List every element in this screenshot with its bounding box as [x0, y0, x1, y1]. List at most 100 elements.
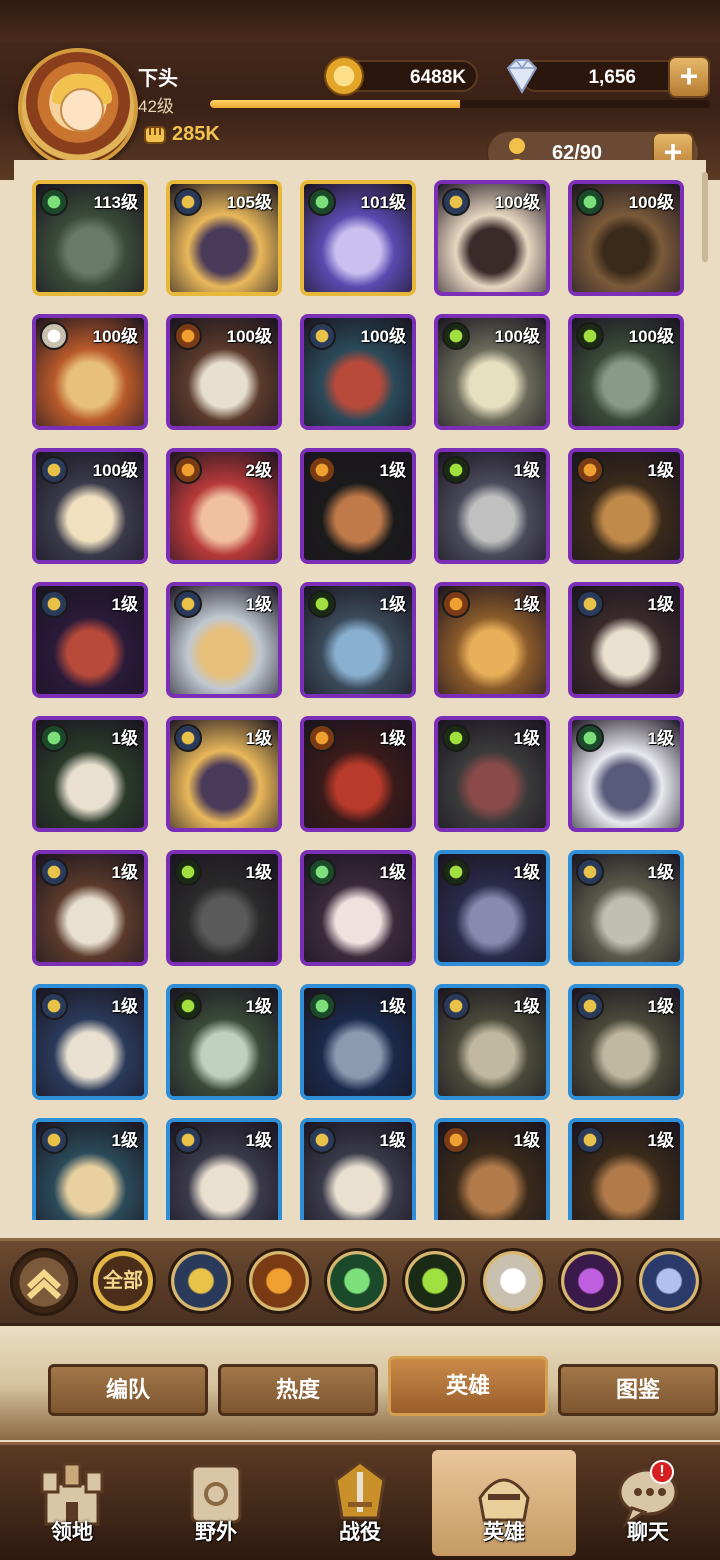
lightbearer-faction-icon [174, 590, 202, 618]
hero-card[interactable]: 1级 [32, 984, 148, 1100]
hero-card[interactable]: 1级 [32, 1118, 148, 1220]
lightbearer-faction-icon [576, 590, 604, 618]
lightbearer-faction-icon [40, 456, 68, 484]
power-value: 285K [172, 123, 220, 145]
add-gems-button[interactable]: + [668, 56, 710, 98]
lightbearer-faction-icon [442, 188, 470, 216]
chat-notification-badge: ! [650, 1460, 674, 1484]
graveborn-faction-icon [442, 724, 470, 752]
nav-castle[interactable]: 领地 [0, 1450, 144, 1556]
lightbearer-faction-icon [576, 858, 604, 886]
hero-card[interactable]: 100级 [32, 314, 148, 430]
hero-card[interactable]: 1级 [300, 1118, 416, 1220]
hero-card[interactable]: 1级 [300, 984, 416, 1100]
filter-hypogean-button[interactable] [558, 1248, 624, 1314]
lightbearer-faction-icon [40, 992, 68, 1020]
filter-dimensional-button[interactable] [636, 1248, 702, 1314]
nav-map-scroll[interactable]: 野外 [144, 1450, 288, 1556]
hero-card[interactable]: 1级 [434, 1118, 550, 1220]
nav-chat-bubble[interactable]: 聊天 [576, 1450, 720, 1556]
hero-card[interactable]: 100级 [568, 180, 684, 296]
mauler-faction-icon [174, 322, 202, 350]
hero-card[interactable]: 100级 [32, 448, 148, 564]
hero-card[interactable]: 1级 [32, 582, 148, 698]
hero-card[interactable]: 1级 [434, 984, 550, 1100]
filter-all-button[interactable]: 全部 [90, 1248, 156, 1314]
hero-card[interactable]: 1级 [166, 582, 282, 698]
hero-card[interactable]: 1级 [568, 448, 684, 564]
hero-card[interactable]: 1级 [166, 1118, 282, 1220]
mauler-faction-icon [308, 724, 336, 752]
hero-card[interactable]: 113级 [32, 180, 148, 296]
hero-card[interactable]: 1级 [32, 716, 148, 832]
filter-lightbearer-button[interactable] [168, 1248, 234, 1314]
graveborn-faction-icon [308, 590, 336, 618]
hero-level: 1级 [513, 1131, 540, 1150]
hero-card[interactable]: 100级 [166, 314, 282, 430]
hero-level: 100级 [628, 193, 674, 212]
hero-grid-scrollbar[interactable] [702, 172, 708, 262]
power-fist-icon [144, 126, 166, 144]
hero-card[interactable]: 1级 [568, 1118, 684, 1220]
hero-card[interactable]: 1级 [434, 716, 550, 832]
hero-card[interactable]: 1级 [300, 850, 416, 966]
nav-battle-sword[interactable]: 战役 [288, 1450, 432, 1556]
hero-card[interactable]: 101级 [300, 180, 416, 296]
hero-card[interactable]: 1级 [32, 850, 148, 966]
graveborn-faction-icon [174, 858, 202, 886]
nav-hero-helmet[interactable]: 英雄 [432, 1450, 576, 1556]
subtab-3[interactable]: 图鉴 [558, 1364, 718, 1416]
subtab-2[interactable]: 英雄 [388, 1356, 548, 1416]
player-avatar[interactable] [18, 48, 138, 168]
filter-graveborn-button[interactable] [402, 1248, 468, 1314]
hero-card[interactable]: 1级 [568, 582, 684, 698]
nav-label: 领地 [51, 1521, 93, 1544]
hero-card[interactable]: 2级 [166, 448, 282, 564]
hero-level: 2级 [245, 461, 272, 480]
wilder-faction-icon [576, 724, 604, 752]
graveborn-faction-icon [442, 456, 470, 484]
hero-card[interactable]: 100级 [434, 314, 550, 430]
mauler-faction-icon [442, 590, 470, 618]
hero-level: 1级 [513, 863, 540, 882]
hero-card[interactable]: 1级 [434, 448, 550, 564]
hero-level: 1级 [513, 595, 540, 614]
filter-mauler-button[interactable] [246, 1248, 312, 1314]
hero-card[interactable]: 100级 [300, 314, 416, 430]
hero-card[interactable]: 1级 [300, 716, 416, 832]
lightbearer-faction-icon [576, 1126, 604, 1154]
hero-level: 1级 [379, 595, 406, 614]
hero-card[interactable]: 1级 [166, 850, 282, 966]
hero-card[interactable]: 1级 [300, 582, 416, 698]
hero-card[interactable]: 100级 [434, 180, 550, 296]
collapse-filter-button[interactable] [10, 1248, 78, 1316]
hero-card[interactable]: 100级 [568, 314, 684, 430]
hero-card[interactable]: 1级 [568, 850, 684, 966]
hero-card[interactable]: 105级 [166, 180, 282, 296]
hero-card[interactable]: 1级 [568, 716, 684, 832]
hero-card[interactable]: 1级 [568, 984, 684, 1100]
filter-wilder-button[interactable] [324, 1248, 390, 1314]
hero-level: 105级 [226, 193, 272, 212]
hero-level: 100级 [494, 327, 540, 346]
player-level: 42级 [138, 97, 174, 116]
hero-card[interactable]: 1级 [166, 984, 282, 1100]
avatar-face [60, 88, 104, 132]
hero-level: 100级 [226, 327, 272, 346]
subtab-1[interactable]: 热度 [218, 1364, 378, 1416]
diamond-icon [506, 59, 538, 94]
hero-level: 1级 [245, 863, 272, 882]
hero-card[interactable]: 1级 [300, 448, 416, 564]
hero-card[interactable]: 1级 [434, 850, 550, 966]
hero-level: 100级 [92, 461, 138, 480]
header-strip [0, 0, 720, 42]
filter-celestial-button[interactable] [480, 1248, 546, 1314]
hero-card[interactable]: 1级 [166, 716, 282, 832]
hero-level: 1级 [647, 595, 674, 614]
hero-level: 1级 [379, 1131, 406, 1150]
hero-card[interactable]: 1级 [434, 582, 550, 698]
gold-value: 6488K [410, 67, 466, 88]
hero-level: 113级 [93, 193, 138, 212]
hero-level: 1级 [647, 863, 674, 882]
subtab-0[interactable]: 编队 [48, 1364, 208, 1416]
